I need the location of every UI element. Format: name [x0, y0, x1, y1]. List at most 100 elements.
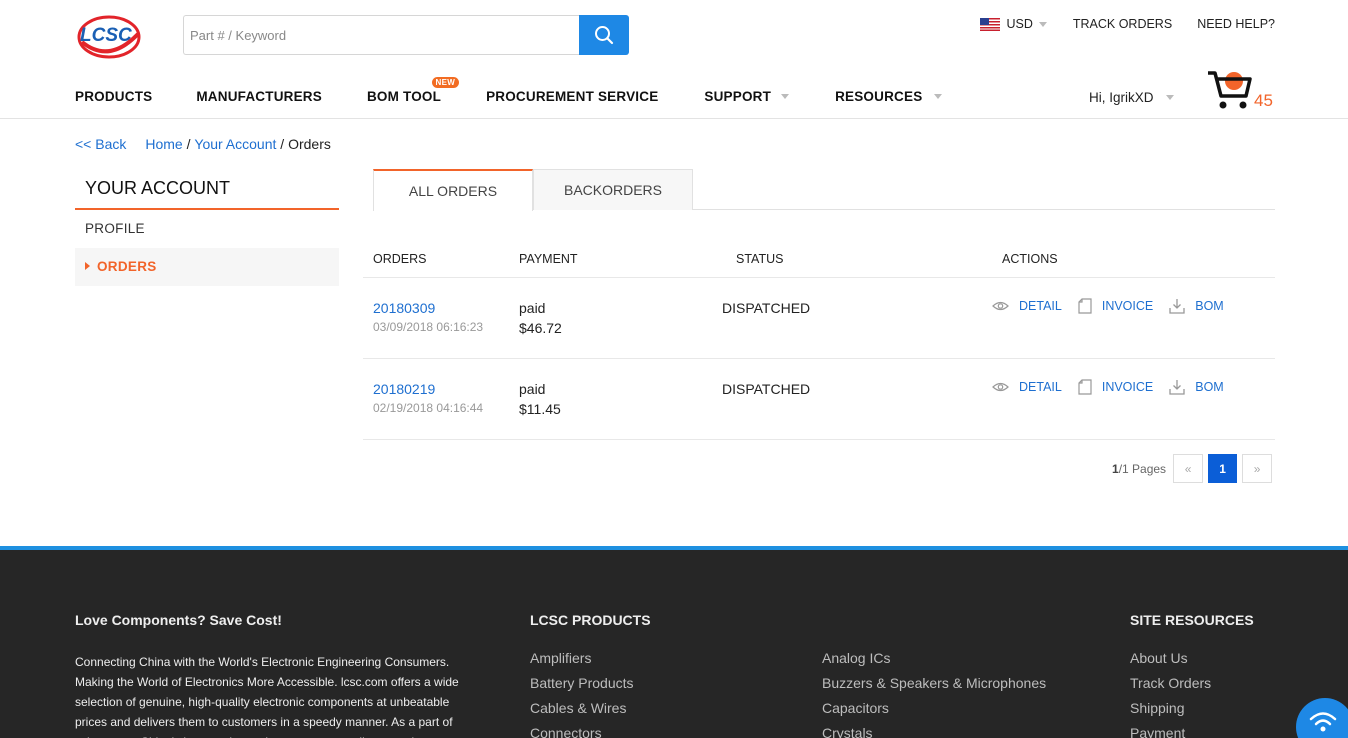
footer-link[interactable]: Connectors [530, 721, 634, 738]
nav-bom-tool-label: BOM TOOL [366, 89, 442, 104]
search-bar [183, 15, 629, 55]
payment-amount: $11.45 [519, 401, 561, 417]
footer-link[interactable]: Crystals [822, 721, 1046, 738]
page-info: 1/1 Pages [1112, 462, 1166, 476]
nav-resources-label: RESOURCES [835, 89, 923, 104]
footer-resources-title: SITE RESOURCES [1130, 612, 1254, 628]
footer-link[interactable]: Battery Products [530, 671, 634, 696]
nav-manufacturers-label: MANUFACTURERS [196, 89, 322, 104]
sidebar-item-orders[interactable]: ORDERS [75, 248, 339, 286]
sidebar-item-label: PROFILE [85, 221, 145, 236]
tab-backorders[interactable]: BACKORDERS [533, 169, 693, 210]
footer-link[interactable]: Buzzers & Speakers & Microphones [822, 671, 1046, 696]
breadcrumb: << Back Home / Your Account / Orders [75, 136, 331, 152]
page-button-1[interactable]: 1 [1208, 454, 1238, 483]
order-date: 02/19/2018 04:16:44 [373, 401, 484, 415]
tab-all-orders[interactable]: ALL ORDERS [373, 169, 533, 211]
breadcrumb-current: Orders [288, 136, 331, 152]
column-header-orders: ORDERS [373, 252, 427, 266]
footer-link[interactable]: Analog ICs [822, 646, 1046, 671]
document-icon [1078, 379, 1092, 395]
footer-link[interactable]: Track Orders [1130, 671, 1211, 696]
nav-manufacturers[interactable]: MANUFACTURERS [196, 89, 322, 104]
footer-link[interactable]: About Us [1130, 646, 1211, 671]
search-button[interactable] [579, 15, 629, 55]
site-footer: Love Components? Save Cost! Connecting C… [0, 546, 1348, 738]
nav-products-label: PRODUCTS [75, 89, 153, 104]
detail-button[interactable]: DETAIL [992, 380, 1062, 394]
footer-link[interactable]: Capacitors [822, 696, 1046, 721]
sidebar-title: YOUR ACCOUNT [75, 170, 339, 210]
back-link[interactable]: << Back [75, 136, 126, 152]
footer-link[interactable]: Amplifiers [530, 646, 634, 671]
nav-support-label: SUPPORT [704, 89, 772, 104]
tab-label: BACKORDERS [563, 182, 663, 198]
tab-label: ALL ORDERS [408, 183, 498, 199]
payment-amount: $46.72 [519, 320, 562, 336]
user-greeting: Hi, IgrikXD [1089, 90, 1154, 105]
wifi-icon [1309, 712, 1337, 732]
invoice-button[interactable]: INVOICE [1078, 379, 1153, 395]
footer-products-title: LCSC PRODUCTS [530, 612, 651, 628]
nav-bom-tool[interactable]: BOM TOOL NEW [366, 77, 460, 104]
current-page-number: 1 [1112, 461, 1119, 476]
footer-link[interactable]: Shipping [1130, 696, 1211, 721]
nav-resources[interactable]: RESOURCES [835, 89, 943, 104]
bom-download-button[interactable]: BOM [1169, 379, 1224, 395]
nav-procurement[interactable]: PROCUREMENT SERVICE [486, 89, 658, 104]
table-row: 20180219 02/19/2018 04:16:44 paid $11.45… [363, 359, 1275, 440]
next-page-button[interactable]: » [1242, 454, 1273, 483]
nav-procurement-label: PROCUREMENT SERVICE [486, 89, 659, 104]
order-status: DISPATCHED [722, 381, 811, 397]
breadcrumb-home[interactable]: Home [145, 136, 182, 152]
sidebar-item-label: ORDERS [97, 259, 157, 274]
breadcrumb-separator: / [276, 136, 289, 152]
chevron-down-icon [1165, 95, 1174, 100]
detail-label: DETAIL [1019, 299, 1062, 313]
lcsc-logo[interactable]: LCSC [76, 12, 142, 62]
footer-link[interactable]: Cables & Wires [530, 696, 634, 721]
order-status: DISPATCHED [722, 300, 811, 316]
payment-status: paid [519, 381, 546, 397]
detail-label: DETAIL [1019, 380, 1062, 394]
breadcrumb-separator: / [182, 136, 195, 152]
row-actions: DETAIL INVOICE BOM [992, 298, 1240, 314]
document-icon [1078, 298, 1092, 314]
main-nav: PRODUCTS MANUFACTURERS BOM TOOL NEW PROC… [75, 77, 943, 104]
download-icon [1169, 299, 1185, 314]
user-menu[interactable]: Hi, IgrikXD [1089, 90, 1174, 105]
search-input[interactable] [183, 15, 579, 55]
column-header-actions: ACTIONS [1002, 252, 1058, 266]
triangle-right-icon [85, 262, 90, 270]
cart-button[interactable] [1206, 68, 1254, 112]
column-header-payment: PAYMENT [519, 252, 578, 266]
footer-products-list-b: Analog ICs Buzzers & Speakers & Micropho… [822, 646, 1046, 738]
cart-icon [1208, 71, 1252, 109]
order-date: 03/09/2018 06:16:23 [373, 320, 484, 334]
order-number-link[interactable]: 20180309 [373, 300, 435, 316]
sidebar-item-profile[interactable]: PROFILE [75, 210, 339, 248]
bom-download-button[interactable]: BOM [1169, 298, 1224, 314]
nav-support[interactable]: SUPPORT [704, 89, 790, 104]
eye-icon [992, 301, 1009, 311]
footer-about-text: Connecting China with the World's Electr… [75, 655, 459, 738]
currency-label: USD [1006, 17, 1033, 31]
nav-products[interactable]: PRODUCTS [75, 89, 152, 104]
prev-page-button[interactable]: « [1173, 454, 1204, 483]
breadcrumb-account[interactable]: Your Account [194, 136, 276, 152]
pagination: 1/1 Pages « 1 » [1112, 454, 1273, 483]
top-links: USD TRACK ORDERS NEED HELP? [980, 17, 1275, 31]
track-orders-link[interactable]: TRACK ORDERS [1073, 17, 1172, 31]
search-icon [595, 26, 614, 45]
invoice-button[interactable]: INVOICE [1078, 298, 1153, 314]
detail-button[interactable]: DETAIL [992, 299, 1062, 313]
header-divider [0, 118, 1348, 119]
footer-link[interactable]: Payment [1130, 721, 1211, 738]
order-number-link[interactable]: 20180219 [373, 381, 435, 397]
footer-products-list-a: Amplifiers Battery Products Cables & Wir… [530, 646, 634, 738]
need-help-link[interactable]: NEED HELP? [1197, 17, 1275, 31]
bom-label: BOM [1195, 380, 1224, 394]
row-actions: DETAIL INVOICE BOM [992, 379, 1240, 395]
currency-selector[interactable]: USD [980, 17, 1047, 31]
chevron-down-icon [1038, 21, 1047, 27]
